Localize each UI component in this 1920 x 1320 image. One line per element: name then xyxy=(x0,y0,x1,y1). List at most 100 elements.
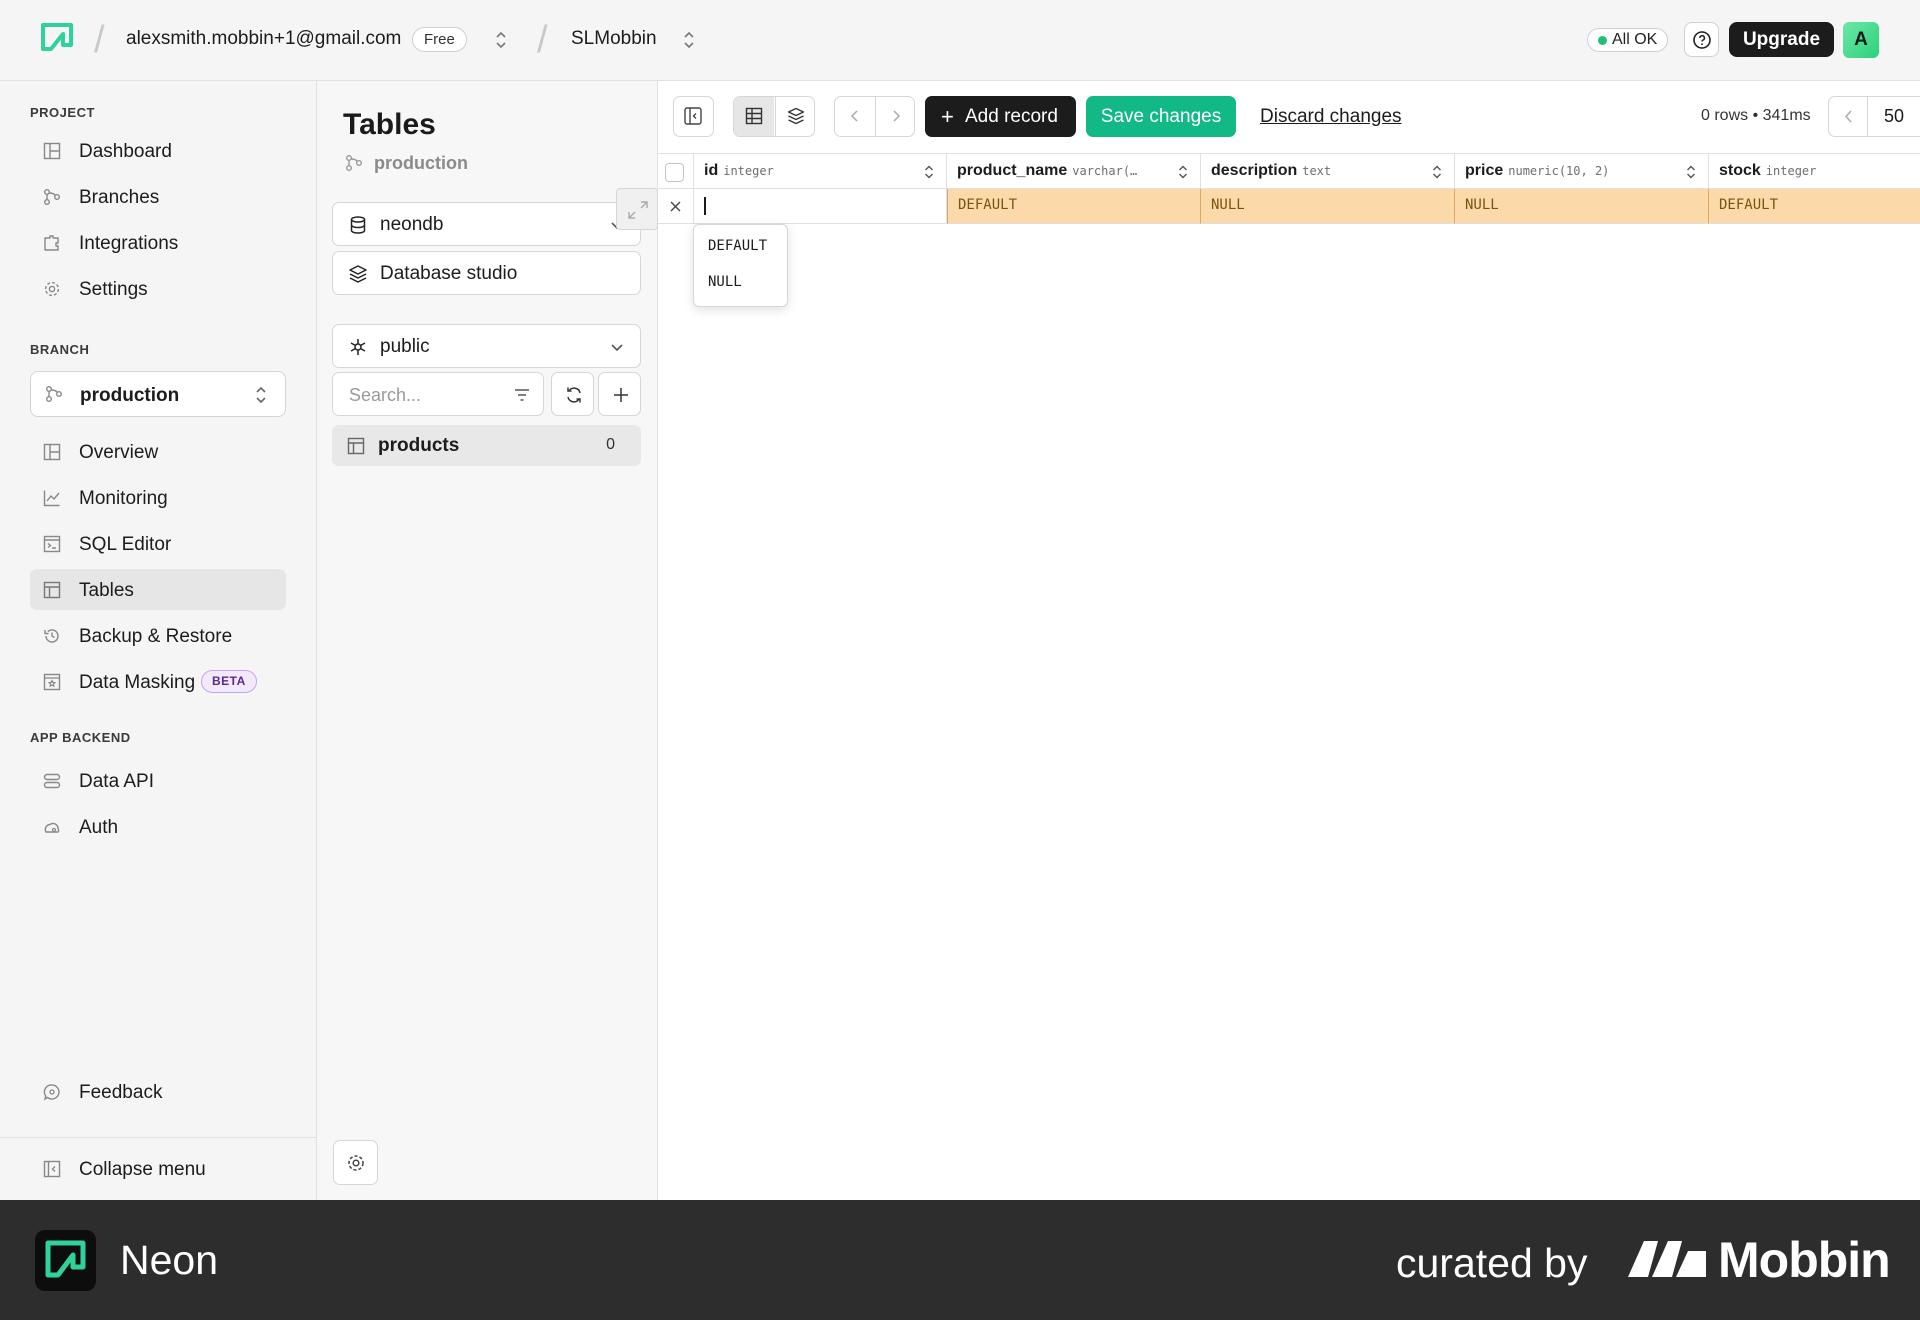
collapse-menu-button[interactable]: Collapse menu xyxy=(30,1148,286,1189)
sidebar: PROJECT Dashboard Branches Integrations … xyxy=(0,81,317,1200)
table-icon xyxy=(347,437,365,455)
refresh-button[interactable] xyxy=(551,372,594,416)
sidebar-divider xyxy=(0,1137,317,1138)
sort-icon[interactable] xyxy=(1686,164,1696,180)
cell-description[interactable]: NULL xyxy=(1201,189,1455,224)
feedback-icon xyxy=(43,1084,60,1101)
sidebar-item-integrations[interactable]: Integrations xyxy=(30,222,286,263)
record-navigation xyxy=(834,96,915,137)
sidebar-item-monitoring[interactable]: Monitoring xyxy=(30,477,286,518)
auth-icon xyxy=(44,822,60,833)
dropdown-option-null[interactable]: NULL xyxy=(708,274,742,290)
overview-icon xyxy=(43,443,61,461)
save-changes-button[interactable]: Save changes xyxy=(1086,96,1236,137)
chevron-updown-icon xyxy=(256,386,266,404)
next-record-button[interactable] xyxy=(875,97,914,136)
page-size-input[interactable]: 50 xyxy=(1867,96,1920,137)
add-record-button[interactable]: + Add record xyxy=(925,96,1076,137)
sort-icon[interactable] xyxy=(924,164,934,180)
panel-settings-button[interactable] xyxy=(333,1140,378,1185)
table-search-input[interactable]: Search... xyxy=(332,372,544,416)
column-header-price[interactable]: price numeric(10, 2) xyxy=(1455,153,1709,189)
sidebar-item-label: Settings xyxy=(79,279,148,300)
sidebar-item-auth[interactable]: Auth xyxy=(30,806,286,847)
column-header-description[interactable]: description text xyxy=(1201,153,1455,189)
database-studio-label: Database studio xyxy=(380,263,518,284)
sort-icon[interactable] xyxy=(1432,164,1442,180)
column-type: numeric(10, 2) xyxy=(1508,164,1610,178)
gear-icon xyxy=(348,1155,364,1171)
history-icon xyxy=(44,629,59,643)
database-selector[interactable]: neondb xyxy=(332,202,641,246)
database-icon xyxy=(350,216,366,234)
sidebar-item-label: Branches xyxy=(79,187,160,208)
column-header-id[interactable]: id integer xyxy=(694,153,947,189)
section-title-app-backend: APP BACKEND xyxy=(30,730,131,745)
gear-icon xyxy=(44,281,60,297)
schema-icon xyxy=(350,339,366,355)
avatar[interactable]: A xyxy=(1843,22,1879,58)
project-switcher-icon[interactable] xyxy=(682,28,696,52)
sidebar-item-sql-editor[interactable]: SQL Editor xyxy=(30,523,286,564)
sidebar-item-settings[interactable]: Settings xyxy=(30,268,286,309)
structure-view-button[interactable] xyxy=(775,97,814,136)
help-icon xyxy=(1693,31,1711,49)
feedback-button[interactable]: Feedback xyxy=(30,1071,286,1112)
grid-view-button[interactable] xyxy=(734,97,774,136)
upgrade-button[interactable]: Upgrade xyxy=(1729,22,1834,57)
select-all-checkbox[interactable] xyxy=(665,163,684,182)
column-header-product-name[interactable]: product_name varchar(… xyxy=(947,153,1201,189)
schema-selector-label: public xyxy=(380,336,430,357)
expand-panel-button[interactable] xyxy=(616,188,658,230)
sidebar-item-label: Tables xyxy=(79,580,134,601)
cell-product-name[interactable]: DEFAULT xyxy=(947,189,1201,224)
section-title-branch: BRANCH xyxy=(30,342,90,357)
sidebar-item-tables[interactable]: Tables xyxy=(30,569,286,610)
table-list-item-products[interactable]: products 0 xyxy=(332,425,641,466)
collapse-icon xyxy=(43,1160,61,1178)
sidebar-item-data-api[interactable]: Data API xyxy=(30,760,286,801)
table-row-count: 0 xyxy=(606,436,615,453)
filter-icon[interactable] xyxy=(513,386,531,404)
chevron-right-icon xyxy=(893,110,901,122)
add-table-button[interactable] xyxy=(598,372,641,416)
view-mode-toggle xyxy=(733,96,815,137)
status-badge[interactable]: All OK xyxy=(1587,28,1669,52)
mobbin-footer: Neon curated by Mobbin xyxy=(0,1200,1920,1320)
column-header-stock[interactable]: stock integer xyxy=(1709,153,1920,189)
app-name: Neon xyxy=(120,1237,219,1283)
breadcrumb-separator: / xyxy=(94,19,105,61)
branches-icon xyxy=(346,155,362,171)
help-button[interactable] xyxy=(1684,22,1719,57)
discard-changes-link[interactable]: Discard changes xyxy=(1260,106,1402,128)
sidebar-item-label: Integrations xyxy=(79,233,179,254)
account-name[interactable]: alexsmith.mobbin+1@gmail.com xyxy=(126,28,401,50)
cell-value: DEFAULT xyxy=(958,197,1018,213)
cell-id-input[interactable] xyxy=(694,189,947,224)
neon-logo-icon[interactable] xyxy=(40,22,74,56)
previous-page-button[interactable] xyxy=(1828,96,1868,137)
project-name[interactable]: SLMobbin xyxy=(571,28,657,50)
cell-stock[interactable]: DEFAULT xyxy=(1709,189,1920,224)
expand-icon xyxy=(628,201,648,219)
sort-icon[interactable] xyxy=(1178,164,1188,180)
collapse-menu-label: Collapse menu xyxy=(79,1159,206,1180)
sidebar-item-dashboard[interactable]: Dashboard xyxy=(30,130,286,171)
toggle-sidebar-button[interactable] xyxy=(673,96,714,137)
sidebar-item-backup-restore[interactable]: Backup & Restore xyxy=(30,615,286,656)
sidebar-item-overview[interactable]: Overview xyxy=(30,431,286,472)
sql-editor-icon xyxy=(43,535,61,553)
column-name: stock xyxy=(1719,162,1761,179)
schema-selector[interactable]: public xyxy=(332,324,641,368)
sidebar-item-branches[interactable]: Branches xyxy=(30,176,286,217)
column-type: integer xyxy=(723,164,774,178)
remove-row-button[interactable] xyxy=(658,189,694,224)
sidebar-item-data-masking[interactable]: Data Masking BETA xyxy=(30,661,286,702)
previous-record-button[interactable] xyxy=(835,97,875,136)
database-studio-button[interactable]: Database studio xyxy=(332,251,641,295)
cell-price[interactable]: NULL xyxy=(1455,189,1709,224)
dropdown-option-default[interactable]: DEFAULT xyxy=(708,238,767,254)
branch-selector[interactable]: production xyxy=(30,371,286,417)
top-bar: / alexsmith.mobbin+1@gmail.com Free / SL… xyxy=(0,0,1920,81)
account-switcher-icon[interactable] xyxy=(494,28,508,52)
